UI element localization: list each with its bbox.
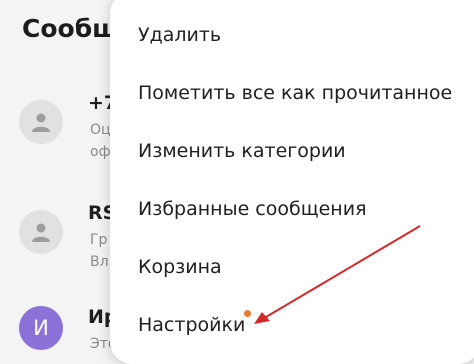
menu-item-change-categories[interactable]: Изменить категории — [138, 140, 346, 162]
avatar: И — [19, 306, 63, 350]
menu-item-trash[interactable]: Корзина — [138, 256, 222, 278]
avatar — [19, 210, 63, 254]
menu-item-favorite-messages[interactable]: Избранные сообщения — [138, 198, 367, 220]
message-preview-line: Вл — [90, 254, 109, 270]
message-preview-line: Оц — [90, 122, 111, 138]
overflow-menu: Удалить Пометить все как прочитанное Изм… — [110, 0, 474, 364]
menu-item-mark-all-read[interactable]: Пометить все как прочитанное — [138, 82, 452, 104]
avatar — [19, 100, 63, 144]
menu-item-settings[interactable]: Настройки — [138, 314, 245, 336]
person-icon — [32, 113, 50, 132]
notification-dot — [244, 310, 251, 317]
menu-item-delete[interactable]: Удалить — [138, 24, 221, 46]
message-preview-line: оф — [90, 144, 111, 160]
page-title: Сообщ — [22, 14, 120, 43]
person-icon — [32, 223, 50, 242]
message-preview-line: Гр — [90, 232, 108, 248]
